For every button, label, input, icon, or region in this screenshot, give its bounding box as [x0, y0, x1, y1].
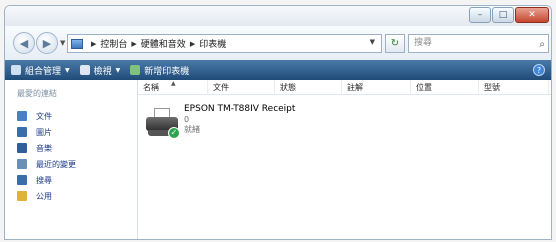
address-row: ◀ ▶ ▼ ▶ 控制台 ▶ 硬體和音效 ▶ 印表機 ▼ ↻ 搜尋 ⌕ [5, 26, 551, 60]
add-printer-icon [130, 65, 141, 75]
chevron-right-icon[interactable]: ▶ [91, 40, 96, 48]
printer-name: EPSON TM-T88IV Receipt [184, 104, 296, 114]
searches-icon [17, 175, 27, 185]
search-icon[interactable]: ⌕ [539, 36, 545, 53]
add-printer-label: 新增印表機 [144, 66, 190, 77]
file-list: ▲ 名稱 文件 狀態 註解 位置 型號 ✓ EPSON TM-T88IV Rec… [138, 80, 551, 239]
breadcrumb-printers[interactable]: 印表機 [199, 37, 226, 50]
views-label: 檢視 [93, 66, 112, 77]
column-label: 名稱 [143, 83, 159, 92]
minimize-button[interactable]: – [469, 7, 491, 23]
chevron-down-icon: ▼ [65, 66, 70, 74]
maximize-button[interactable]: □ [492, 7, 514, 23]
address-bar[interactable]: ▶ 控制台 ▶ 硬體和音效 ▶ 印表機 ▼ [67, 34, 382, 53]
sort-ascending-icon: ▲ [171, 80, 176, 87]
breadcrumb-hardware-sound[interactable]: 硬體和音效 [141, 37, 186, 50]
music-icon [17, 143, 27, 153]
recent-changes-icon [17, 159, 27, 169]
address-dropdown-icon[interactable]: ▼ [370, 38, 375, 46]
printer-icon: ✓ [144, 108, 182, 142]
printer-details: EPSON TM-T88IV Receipt 0 就緒 [184, 104, 295, 142]
sidebar-item-music[interactable]: 音樂 [17, 140, 137, 156]
back-arrow-icon: ◀ [19, 36, 29, 50]
public-folder-icon [17, 191, 27, 201]
sidebar-item-label: 音樂 [36, 143, 52, 153]
sidebar-item-searches[interactable]: 搜尋 [17, 172, 137, 188]
column-headers: ▲ 名稱 文件 狀態 註解 位置 型號 [138, 80, 551, 95]
chevron-down-icon: ▼ [115, 66, 121, 74]
refresh-icon: ↻ [390, 38, 400, 49]
chevron-right-icon[interactable]: ▶ [131, 40, 136, 48]
control-panel-icon [71, 38, 83, 49]
chevron-right-icon[interactable]: ▶ [190, 40, 195, 48]
pictures-icon [17, 127, 27, 137]
title-bar: – □ ✕ [5, 6, 551, 26]
recent-pages-dropdown[interactable]: ▼ [60, 39, 65, 47]
sidebar-item-recent-changes[interactable]: 最近的變更 [17, 156, 137, 172]
command-bar: 組合管理 ▼ 檢視 ▼ 新增印表機 ? [5, 60, 551, 80]
breadcrumb-control-panel[interactable]: 控制台 [100, 37, 127, 50]
sidebar-item-label: 公用 [36, 191, 52, 201]
close-button[interactable]: ✕ [515, 7, 549, 23]
column-label: 註解 [347, 83, 363, 92]
main-body: 最愛的連結 文件 圖片 音樂 最近的變更 搜尋 公用 ▲ 名稱 文件 狀態 註解… [5, 80, 551, 239]
search-input[interactable]: 搜尋 ⌕ [408, 34, 549, 53]
organize-button[interactable]: 組合管理 ▼ [11, 64, 70, 77]
documents-icon [17, 111, 27, 121]
column-model[interactable]: 型號 [479, 80, 549, 94]
printer-status: 就緒 [184, 125, 200, 134]
column-name[interactable]: ▲ 名稱 [138, 80, 208, 94]
sidebar-item-label: 圖片 [36, 127, 52, 137]
search-placeholder: 搜尋 [414, 38, 433, 48]
column-label: 位置 [416, 83, 432, 92]
views-button[interactable]: 檢視 ▼ [79, 64, 121, 77]
help-icon[interactable]: ? [533, 64, 545, 76]
back-button[interactable]: ◀ [13, 32, 35, 54]
refresh-button[interactable]: ↻ [385, 34, 405, 53]
views-icon [79, 65, 90, 75]
sidebar-item-label: 搜尋 [36, 175, 52, 185]
forward-arrow-icon: ▶ [42, 36, 52, 50]
add-printer-button[interactable]: 新增印表機 [130, 64, 189, 77]
favorite-links-heading: 最愛的連結 [17, 89, 57, 98]
column-documents[interactable]: 文件 [208, 80, 275, 94]
column-status[interactable]: 狀態 [275, 80, 342, 94]
organize-icon [11, 65, 21, 75]
explorer-window: – □ ✕ ◀ ▶ ▼ ▶ 控制台 ▶ 硬體和音效 ▶ 印表機 ▼ ↻ 搜尋 ⌕… [4, 5, 552, 240]
column-label: 文件 [213, 83, 229, 92]
sidebar-item-public[interactable]: 公用 [17, 188, 137, 204]
column-location[interactable]: 位置 [411, 80, 479, 94]
printer-document-count: 0 [184, 115, 190, 124]
sidebar-item-label: 最近的變更 [36, 159, 76, 169]
column-label: 狀態 [280, 83, 296, 92]
column-label: 型號 [484, 83, 500, 92]
forward-button[interactable]: ▶ [36, 32, 58, 54]
navigation-pane: 最愛的連結 文件 圖片 音樂 最近的變更 搜尋 公用 [5, 80, 138, 239]
sidebar-item-pictures[interactable]: 圖片 [17, 124, 137, 140]
organize-label: 組合管理 [25, 66, 62, 77]
column-comments[interactable]: 註解 [342, 80, 411, 94]
sidebar-item-label: 文件 [36, 111, 52, 121]
default-printer-check-icon: ✓ [168, 127, 180, 139]
window-controls: – □ ✕ [468, 7, 549, 23]
printer-item[interactable]: ✓ EPSON TM-T88IV Receipt 0 就緒 [144, 104, 295, 142]
sidebar-item-documents[interactable]: 文件 [17, 108, 137, 124]
